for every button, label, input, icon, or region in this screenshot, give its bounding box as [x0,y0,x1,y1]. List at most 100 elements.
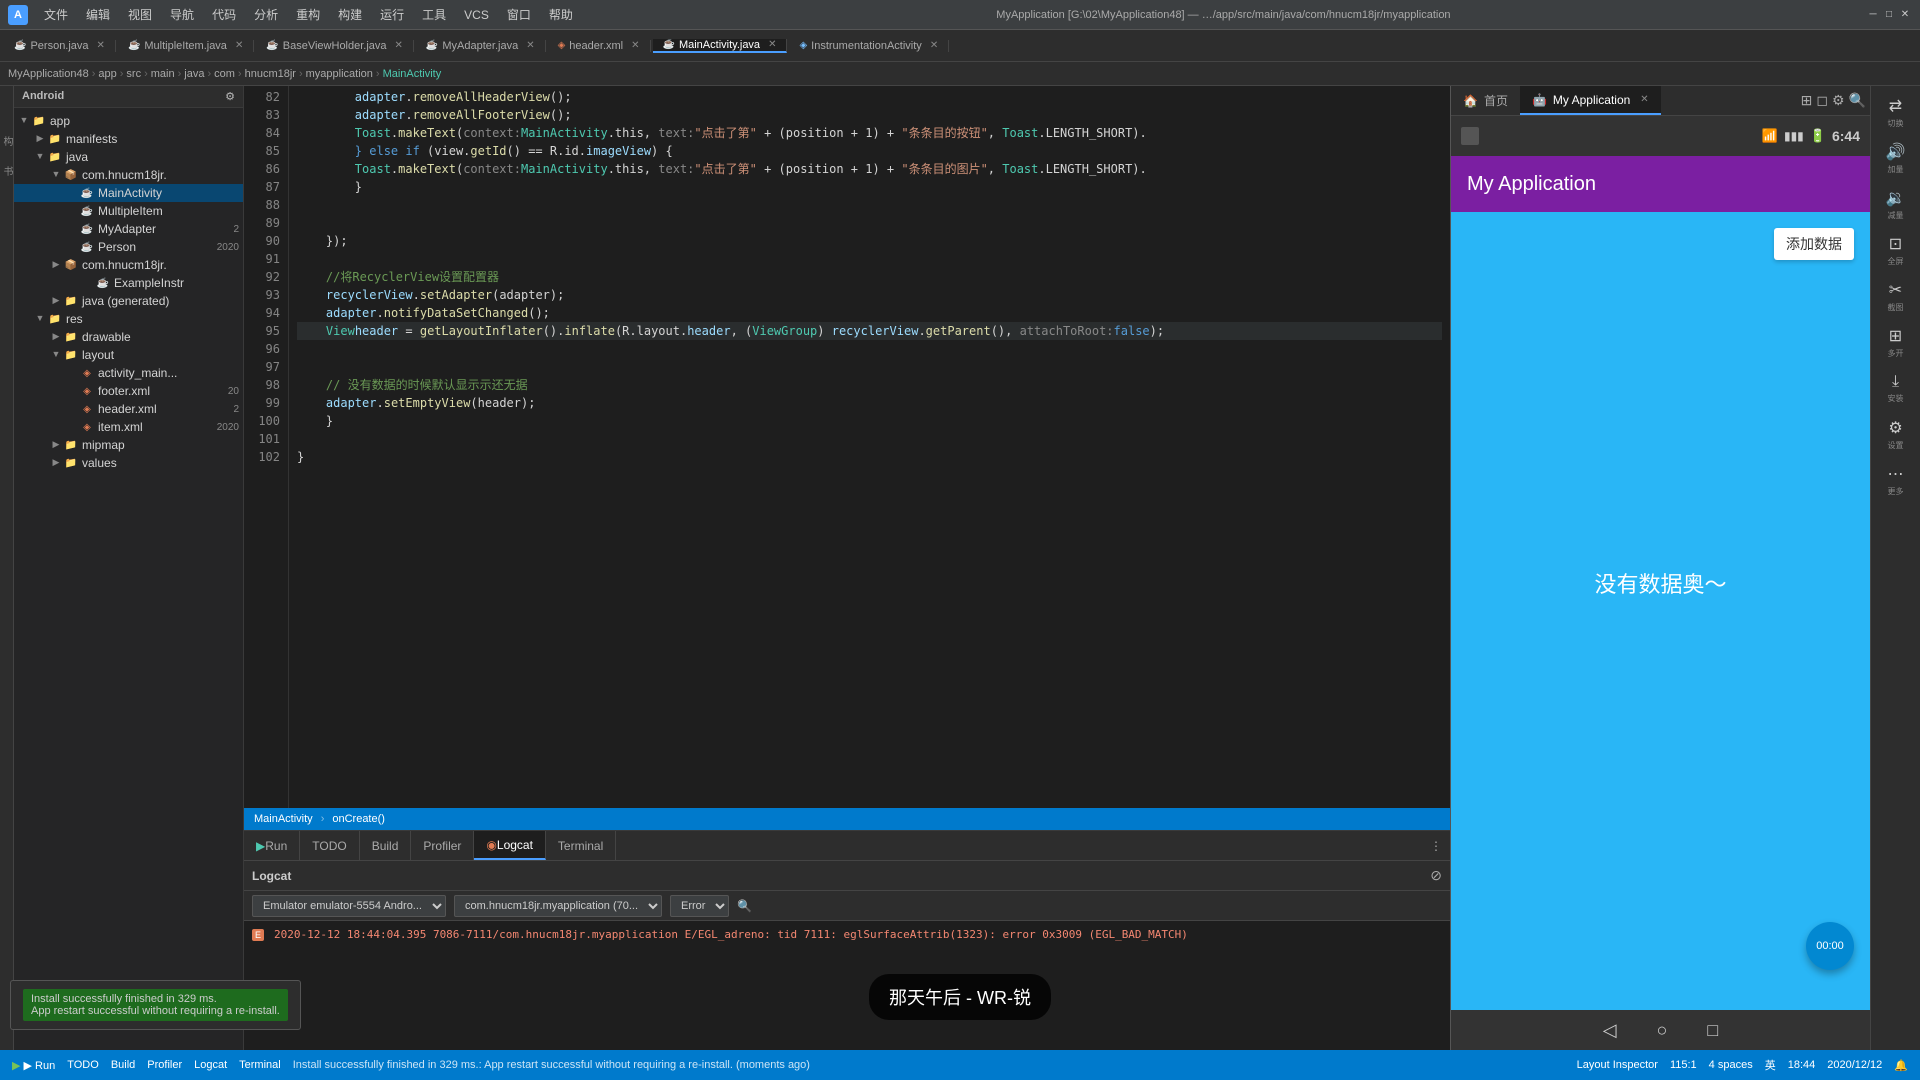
menu-window[interactable]: 窗口 [499,4,539,25]
emulator-tab-app[interactable]: 🤖 My Application ✕ [1520,86,1661,115]
install-done-msg: Install successfully finished in 329 ms.… [293,1059,810,1071]
menu-help[interactable]: 帮助 [541,4,581,25]
volume-up-button[interactable]: 🔊 加量 [1874,136,1918,180]
recent-nav-icon[interactable]: □ [1707,1020,1718,1041]
tree-item-multipleitem[interactable]: ☕ MultipleItem [14,202,243,220]
build-button[interactable]: Build [111,1059,135,1071]
code-text[interactable]: adapter.removeAllHeaderView(); adapter.r… [289,86,1450,808]
menu-view[interactable]: 视图 [120,4,160,25]
logcat-button[interactable]: Logcat [194,1059,227,1071]
search-icon[interactable]: 🔍 [737,899,752,913]
tab-header-xml[interactable]: ◈ header.xml ✕ [548,40,651,52]
menu-code[interactable]: 代码 [204,4,244,25]
tab-todo[interactable]: TODO [300,831,359,860]
menu-refactor[interactable]: 重构 [288,4,328,25]
screenshot-button[interactable]: ✂ 截图 [1874,274,1918,318]
structure-label[interactable]: 构 [0,136,14,146]
tab-close-icon[interactable]: ✕ [97,40,105,51]
menu-file[interactable]: 文件 [36,4,76,25]
tree-item-footer-xml[interactable]: ◈ footer.xml 20 [14,382,243,400]
add-data-button[interactable]: 添加数据 [1774,228,1854,260]
tree-item-mipmap[interactable]: ▶ 📁 mipmap [14,436,243,454]
level-selector[interactable]: Error [670,895,729,917]
notification-icon[interactable]: 🔔 [1894,1059,1908,1072]
tab-close-icon[interactable]: ✕ [930,40,938,51]
maximize-button[interactable]: □ [1882,8,1896,22]
tree-action-icon[interactable]: ⚙ [225,90,235,103]
tab-logcat[interactable]: ◉ Logcat [474,831,546,860]
tree-item-exampleinstr[interactable]: ☕ ExampleInstr [14,274,243,292]
menu-navigate[interactable]: 导航 [162,4,202,25]
more-button[interactable]: ⋯ 更多 [1874,458,1918,502]
more-actions-icon[interactable]: ⋮ [1430,839,1442,853]
emulator-action-icon[interactable]: ⊞ [1801,92,1813,109]
tree-item-app[interactable]: ▼ 📁 app [14,112,243,130]
menu-tools[interactable]: 工具 [414,4,454,25]
tree-item-activity-main-xml[interactable]: ◈ activity_main... [14,364,243,382]
tab-mainactivity-java[interactable]: ☕ MainActivity.java ✕ [653,39,788,53]
device-selector[interactable]: Emulator emulator-5554 Andro... [252,895,446,917]
emulator-tab-home[interactable]: 🏠 首页 [1451,86,1520,115]
package-selector[interactable]: com.hnucm18jr.myapplication (70... [454,895,662,917]
expand-arrow [66,421,78,433]
menu-analyze[interactable]: 分析 [246,4,286,25]
fab-button[interactable]: 00:00 [1806,922,1854,970]
volume-down-button[interactable]: 🔉 减量 [1874,182,1918,226]
switch-button[interactable]: ⇄ 切换 [1874,90,1918,134]
menu-build[interactable]: 构建 [330,4,370,25]
layout-inspector-button[interactable]: Layout Inspector [1577,1059,1658,1071]
clear-icon[interactable]: ⊘ [1430,867,1442,884]
tree-item-test-package[interactable]: ▶ 📦 com.hnucm18jr. [14,256,243,274]
tab-myadapter-java[interactable]: ☕ MyAdapter.java ✕ [416,40,546,52]
menu-run[interactable]: 运行 [372,4,412,25]
emulator-search-icon[interactable]: 🔍 [1849,92,1866,109]
tree-label: footer.xml [98,384,150,398]
tree-item-package[interactable]: ▼ 📦 com.hnucm18jr. [14,166,243,184]
tab-instrumentation[interactable]: ◈ InstrumentationActivity ✕ [789,40,949,52]
tab-run[interactable]: ▶ Run [244,831,300,860]
tab-terminal[interactable]: Terminal [546,831,616,860]
tree-item-myadapter[interactable]: ☕ MyAdapter 2 [14,220,243,238]
tab-baseviewholder-java[interactable]: ☕ BaseViewHolder.java ✕ [256,40,414,52]
profiler-button[interactable]: Profiler [147,1059,182,1071]
tree-item-manifests[interactable]: ▶ 📁 manifests [14,130,243,148]
tree-item-person[interactable]: ☕ Person 2020 [14,238,243,256]
bookmark-label[interactable]: 书 [0,166,14,176]
tree-item-header-xml[interactable]: ◈ header.xml 2 [14,400,243,418]
back-nav-icon[interactable]: ◁ [1603,1020,1617,1041]
tree-item-java-generated[interactable]: ▶ 📁 java (generated) [14,292,243,310]
install-button[interactable]: ⤓ 安装 [1874,366,1918,410]
tree-item-java[interactable]: ▼ 📁 java [14,148,243,166]
spaces-indicator[interactable]: 4 spaces [1709,1059,1753,1071]
tree-item-res[interactable]: ▼ 📁 res [14,310,243,328]
close-button[interactable]: ✕ [1898,8,1912,22]
tree-item-layout[interactable]: ▼ 📁 layout [14,346,243,364]
tab-close-icon[interactable]: ✕ [526,40,534,51]
fullscreen-button[interactable]: ⊡ 全屏 [1874,228,1918,272]
multi-window-icon: ⊞ [1889,326,1902,346]
menu-edit[interactable]: 编辑 [78,4,118,25]
emulator-config-icon[interactable]: ⚙ [1832,92,1845,109]
minimize-button[interactable]: ─ [1866,8,1880,22]
todo-button[interactable]: TODO [67,1059,99,1071]
tab-close-icon[interactable]: ✕ [631,40,639,51]
tab-build[interactable]: Build [360,831,412,860]
tab-profiler[interactable]: Profiler [411,831,474,860]
tab-close-icon[interactable]: ✕ [768,39,776,50]
emulator-action-icon[interactable]: ◻ [1816,92,1828,109]
tab-close-icon[interactable]: ✕ [235,40,243,51]
tree-item-values[interactable]: ▶ 📁 values [14,454,243,472]
tab-close-icon[interactable]: ✕ [1640,94,1648,105]
home-nav-icon[interactable]: ○ [1657,1020,1668,1041]
terminal-button[interactable]: Terminal [239,1059,281,1071]
settings-button[interactable]: ⚙ 设置 [1874,412,1918,456]
menu-vcs[interactable]: VCS [456,6,497,24]
tree-item-item-xml[interactable]: ◈ item.xml 2020 [14,418,243,436]
tab-close-icon[interactable]: ✕ [395,40,403,51]
tab-person-java[interactable]: ☕ Person.java ✕ [4,40,116,52]
run-status-button[interactable]: ▶ ▶ Run [12,1059,55,1072]
tree-item-drawable[interactable]: ▶ 📁 drawable [14,328,243,346]
multi-window-button[interactable]: ⊞ 多开 [1874,320,1918,364]
tab-multipleitem-java[interactable]: ☕ MultipleItem.java ✕ [118,40,254,52]
tree-item-mainactivity[interactable]: ☕ MainActivity [14,184,243,202]
